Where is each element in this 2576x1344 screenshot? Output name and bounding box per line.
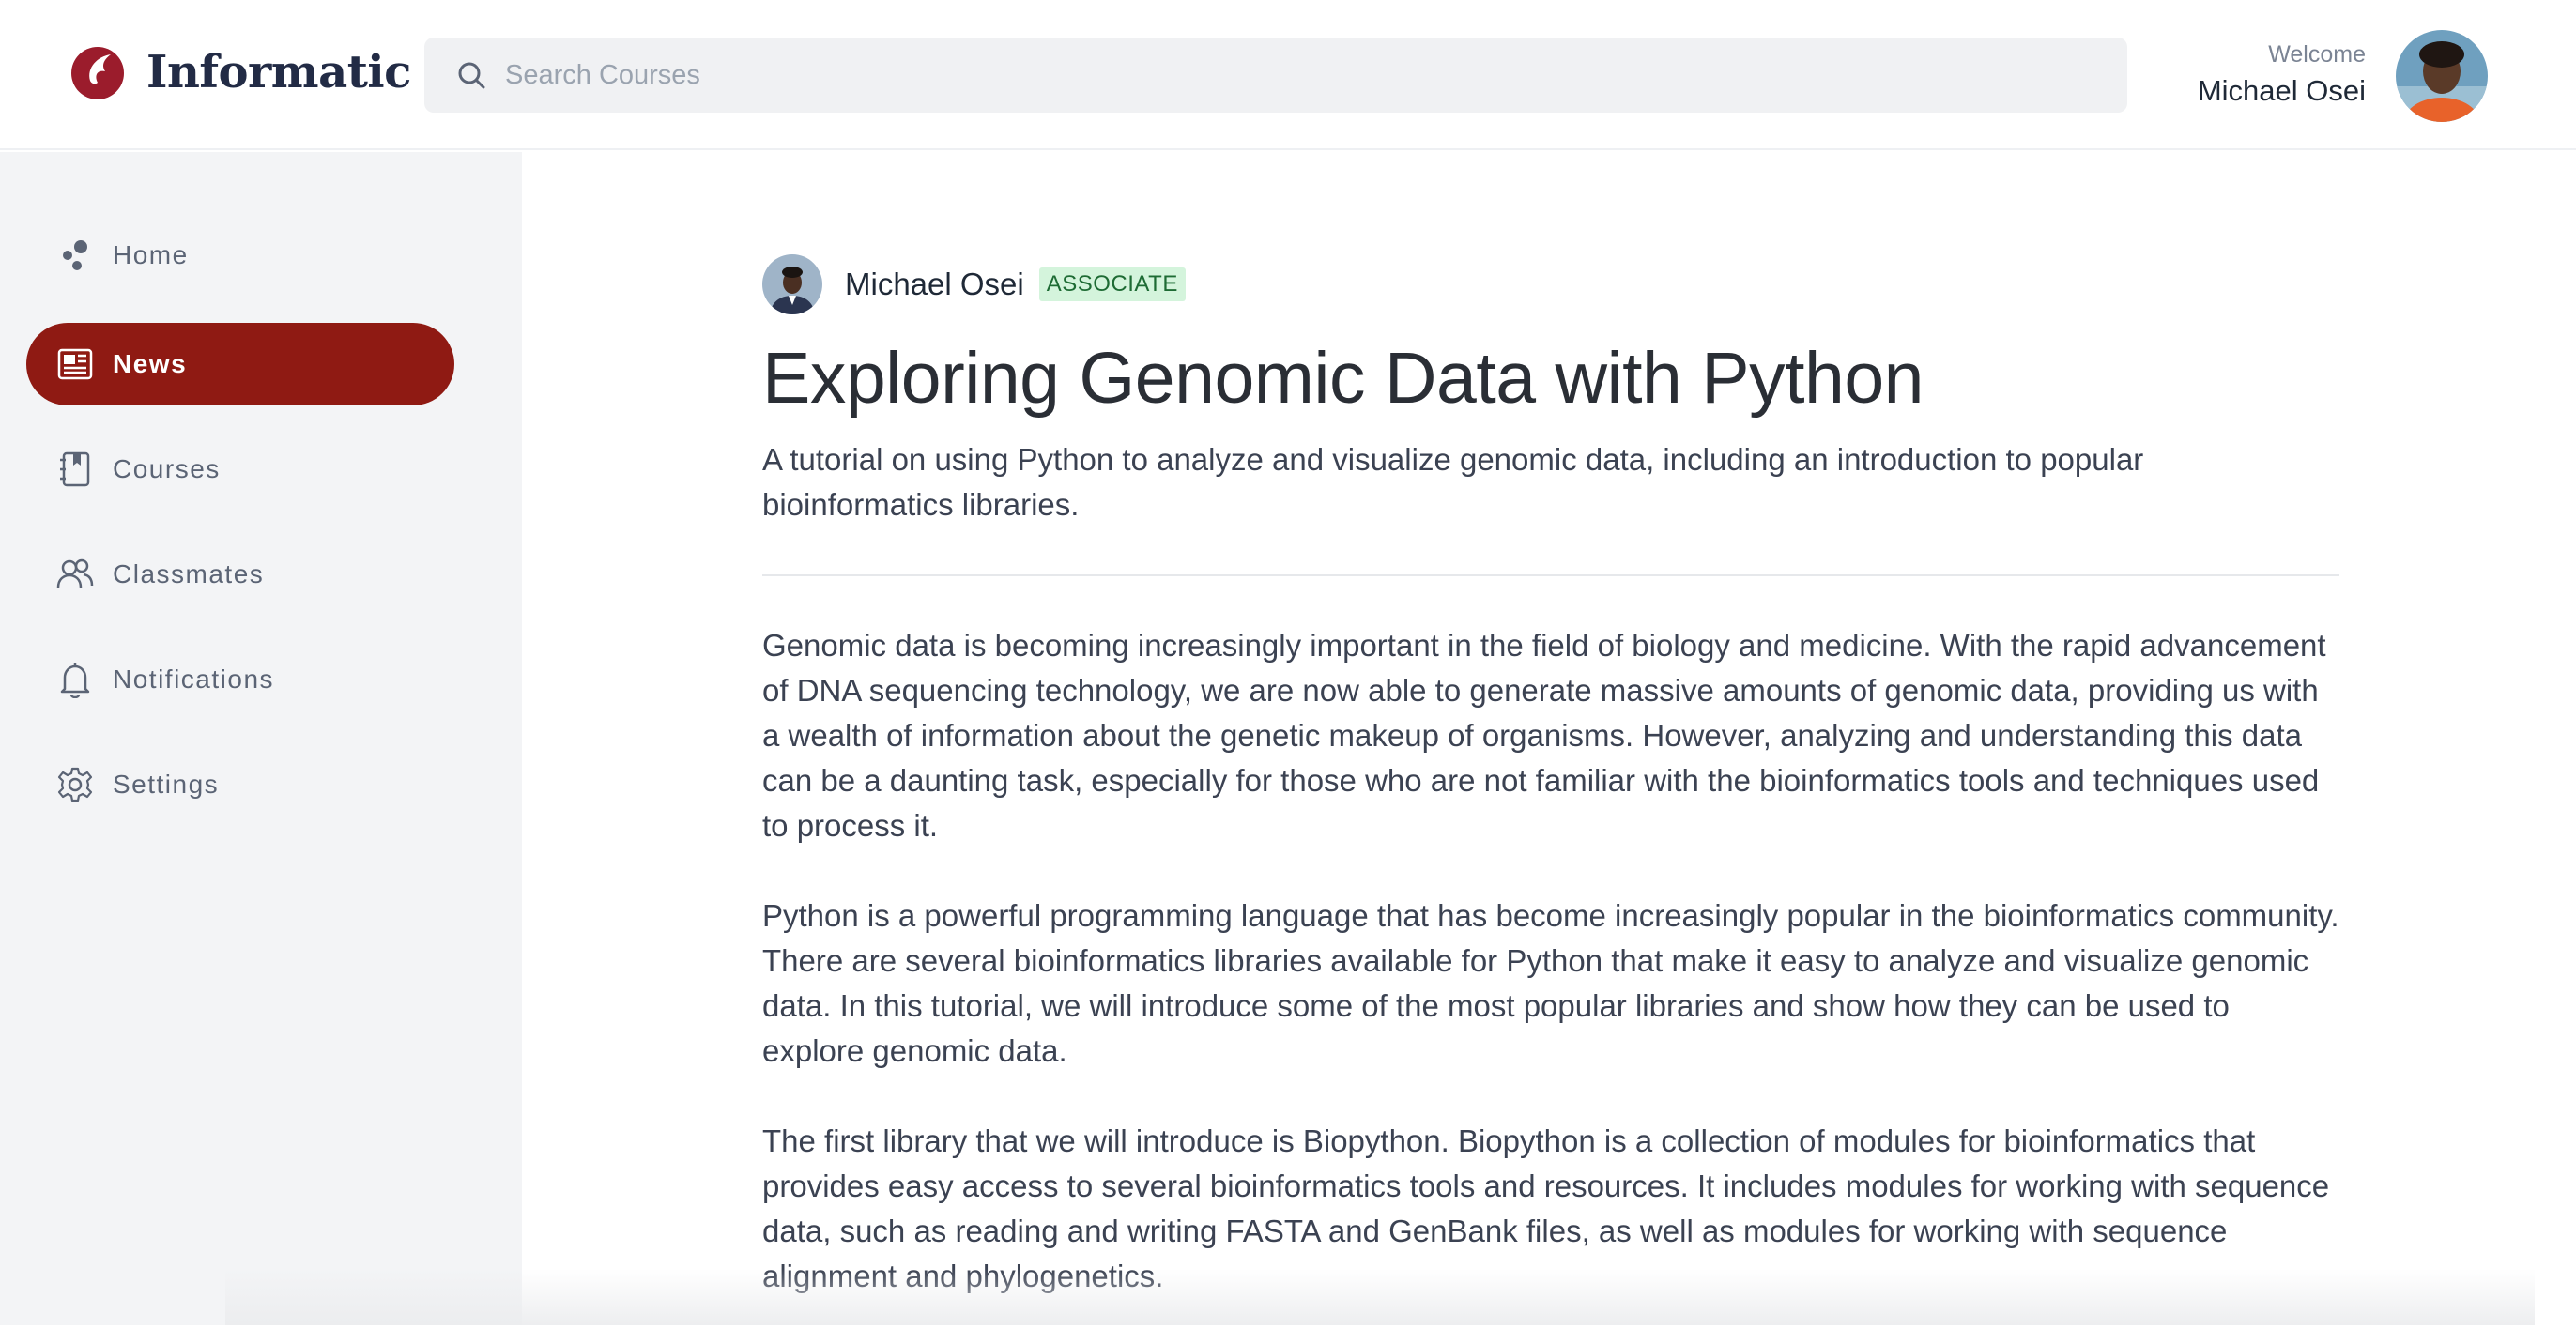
sidebar-item-settings[interactable]: Settings: [26, 743, 454, 826]
article: Michael Osei ASSOCIATE Exploring Genomic…: [762, 253, 2339, 1344]
article-body: Genomic data is becoming increasingly im…: [762, 623, 2339, 1299]
user-name: Michael Osei: [2198, 74, 2366, 108]
sidebar-item-label: Notifications: [113, 664, 274, 695]
author-avatar[interactable]: [762, 254, 822, 314]
search-icon: [456, 60, 486, 90]
classmates-icon: [54, 554, 96, 595]
top-header: Informatic Welcome Michael Osei: [0, 0, 2576, 150]
sidebar-item-classmates[interactable]: Classmates: [26, 533, 454, 616]
search-input[interactable]: [505, 60, 2007, 91]
article-paragraph: The first library that we will introduce…: [762, 1119, 2339, 1299]
sidebar-item-notifications[interactable]: Notifications: [26, 638, 454, 721]
sidebar-item-news[interactable]: News: [26, 323, 454, 405]
user-avatar-image: [2396, 30, 2488, 122]
sidebar-item-label: Classmates: [113, 559, 264, 589]
sidebar-item-label: Settings: [113, 770, 219, 800]
home-icon: [54, 235, 96, 276]
divider: [762, 574, 2339, 576]
sidebar-item-label: Courses: [113, 454, 221, 484]
author-row: Michael Osei ASSOCIATE: [762, 253, 2339, 315]
article-paragraph: Python is a powerful programming languag…: [762, 893, 2339, 1074]
welcome-block: Welcome Michael Osei: [2198, 41, 2366, 108]
news-icon: [54, 344, 96, 385]
bell-icon: [54, 659, 96, 700]
user-avatar[interactable]: [2396, 30, 2488, 122]
article-subtitle: A tutorial on using Python to analyze an…: [762, 437, 2264, 527]
author-avatar-image: [762, 254, 822, 314]
sidebar-item-label: News: [113, 349, 187, 379]
author-name[interactable]: Michael Osei: [845, 267, 1024, 302]
article-title: Exploring Genomic Data with Python: [762, 336, 2339, 420]
role-badge: ASSOCIATE: [1039, 267, 1186, 301]
sidebar-item-label: Home: [113, 240, 189, 270]
welcome-label: Welcome: [2198, 41, 2366, 69]
logo-text: Informatic: [146, 46, 411, 99]
article-paragraph: Genomic data is becoming increasingly im…: [762, 623, 2339, 848]
sidebar-item-home[interactable]: Home: [26, 214, 454, 297]
gear-icon: [54, 764, 96, 805]
logo-icon: [69, 43, 126, 101]
sidebar-item-courses[interactable]: Courses: [26, 428, 454, 511]
search-bar[interactable]: [424, 38, 2127, 113]
sidebar: Home News Courses: [0, 152, 522, 1325]
courses-icon: [54, 449, 96, 490]
app-logo[interactable]: Informatic: [69, 43, 411, 101]
